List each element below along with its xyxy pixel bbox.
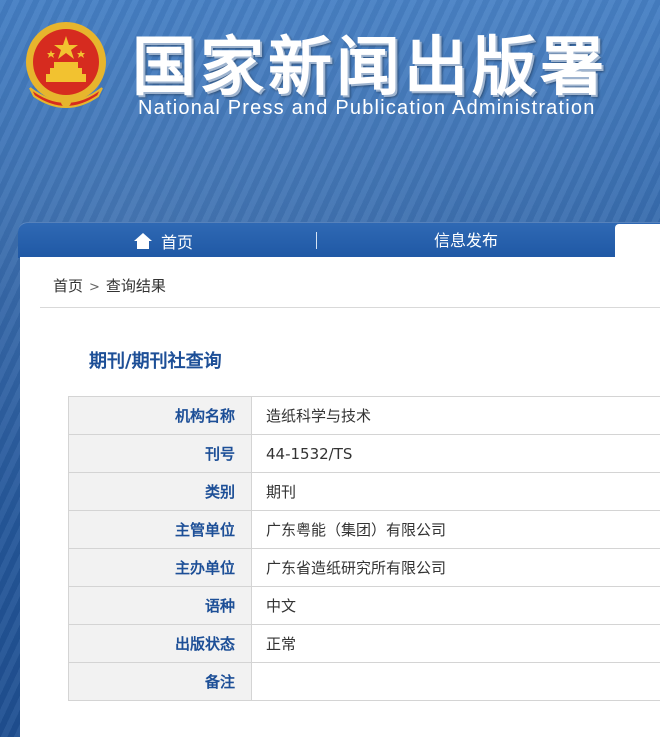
row-label: 出版状态 [68,624,252,663]
row-label: 备注 [68,662,252,701]
row-label: 主管单位 [68,510,252,549]
national-emblem-icon [26,22,106,108]
breadcrumb-separator: > [89,280,100,295]
row-value: 正常 [251,624,660,663]
breadcrumb-current: 查询结果 [105,277,166,295]
nav-divider [316,232,317,249]
row-value: 造纸科学与技术 [251,396,660,435]
row-label: 主办单位 [68,548,252,587]
site-header: 国家新闻出版署 National Press and Publication A… [0,0,660,222]
row-value [251,662,660,701]
row-label: 语种 [68,586,252,625]
table-row: 主办单位 广东省造纸研究所有限公司 [68,548,660,587]
page-title: 期刊/期刊社查询 [89,351,222,372]
nav-home-label: 首页 [161,232,194,252]
content-panel: 首页 > 查询结果 期刊/期刊社查询 机构名称 造纸科学与技术 刊号 44-1532… [20,257,660,737]
main-nav: 首页 信息发布 [18,222,660,258]
nav-item-info[interactable]: 信息发布 [434,223,498,258]
row-value: 中文 [251,586,660,625]
row-label: 刊号 [68,434,252,473]
table-row: 刊号 44-1532/TS [68,434,660,473]
table-row: 类别 期刊 [68,472,660,511]
site-subtitle-en: National Press and Publication Administr… [138,97,596,119]
divider [40,307,660,308]
row-value: 期刊 [251,472,660,511]
table-row: 主管单位 广东粤能（集团）有限公司 [68,510,660,549]
result-table: 机构名称 造纸科学与技术 刊号 44-1532/TS 类别 期刊 主管单位 广东… [68,396,660,701]
nav-item-active-tab[interactable] [615,224,660,257]
table-row: 语种 中文 [68,586,660,625]
table-row: 出版状态 正常 [68,624,660,663]
home-icon [134,232,152,249]
row-value: 广东省造纸研究所有限公司 [251,548,660,587]
breadcrumb: 首页 > 查询结果 [53,275,166,296]
row-value: 广东粤能（集团）有限公司 [251,510,660,549]
nav-item-home[interactable]: 首页 [133,223,193,258]
breadcrumb-home-link[interactable]: 首页 [53,277,83,295]
table-row: 机构名称 造纸科学与技术 [68,396,660,435]
row-value: 44-1532/TS [251,434,660,473]
table-row: 备注 [68,662,660,701]
row-label: 机构名称 [68,396,252,435]
row-label: 类别 [68,472,252,511]
site-title: 国家新闻出版署 [132,30,608,105]
